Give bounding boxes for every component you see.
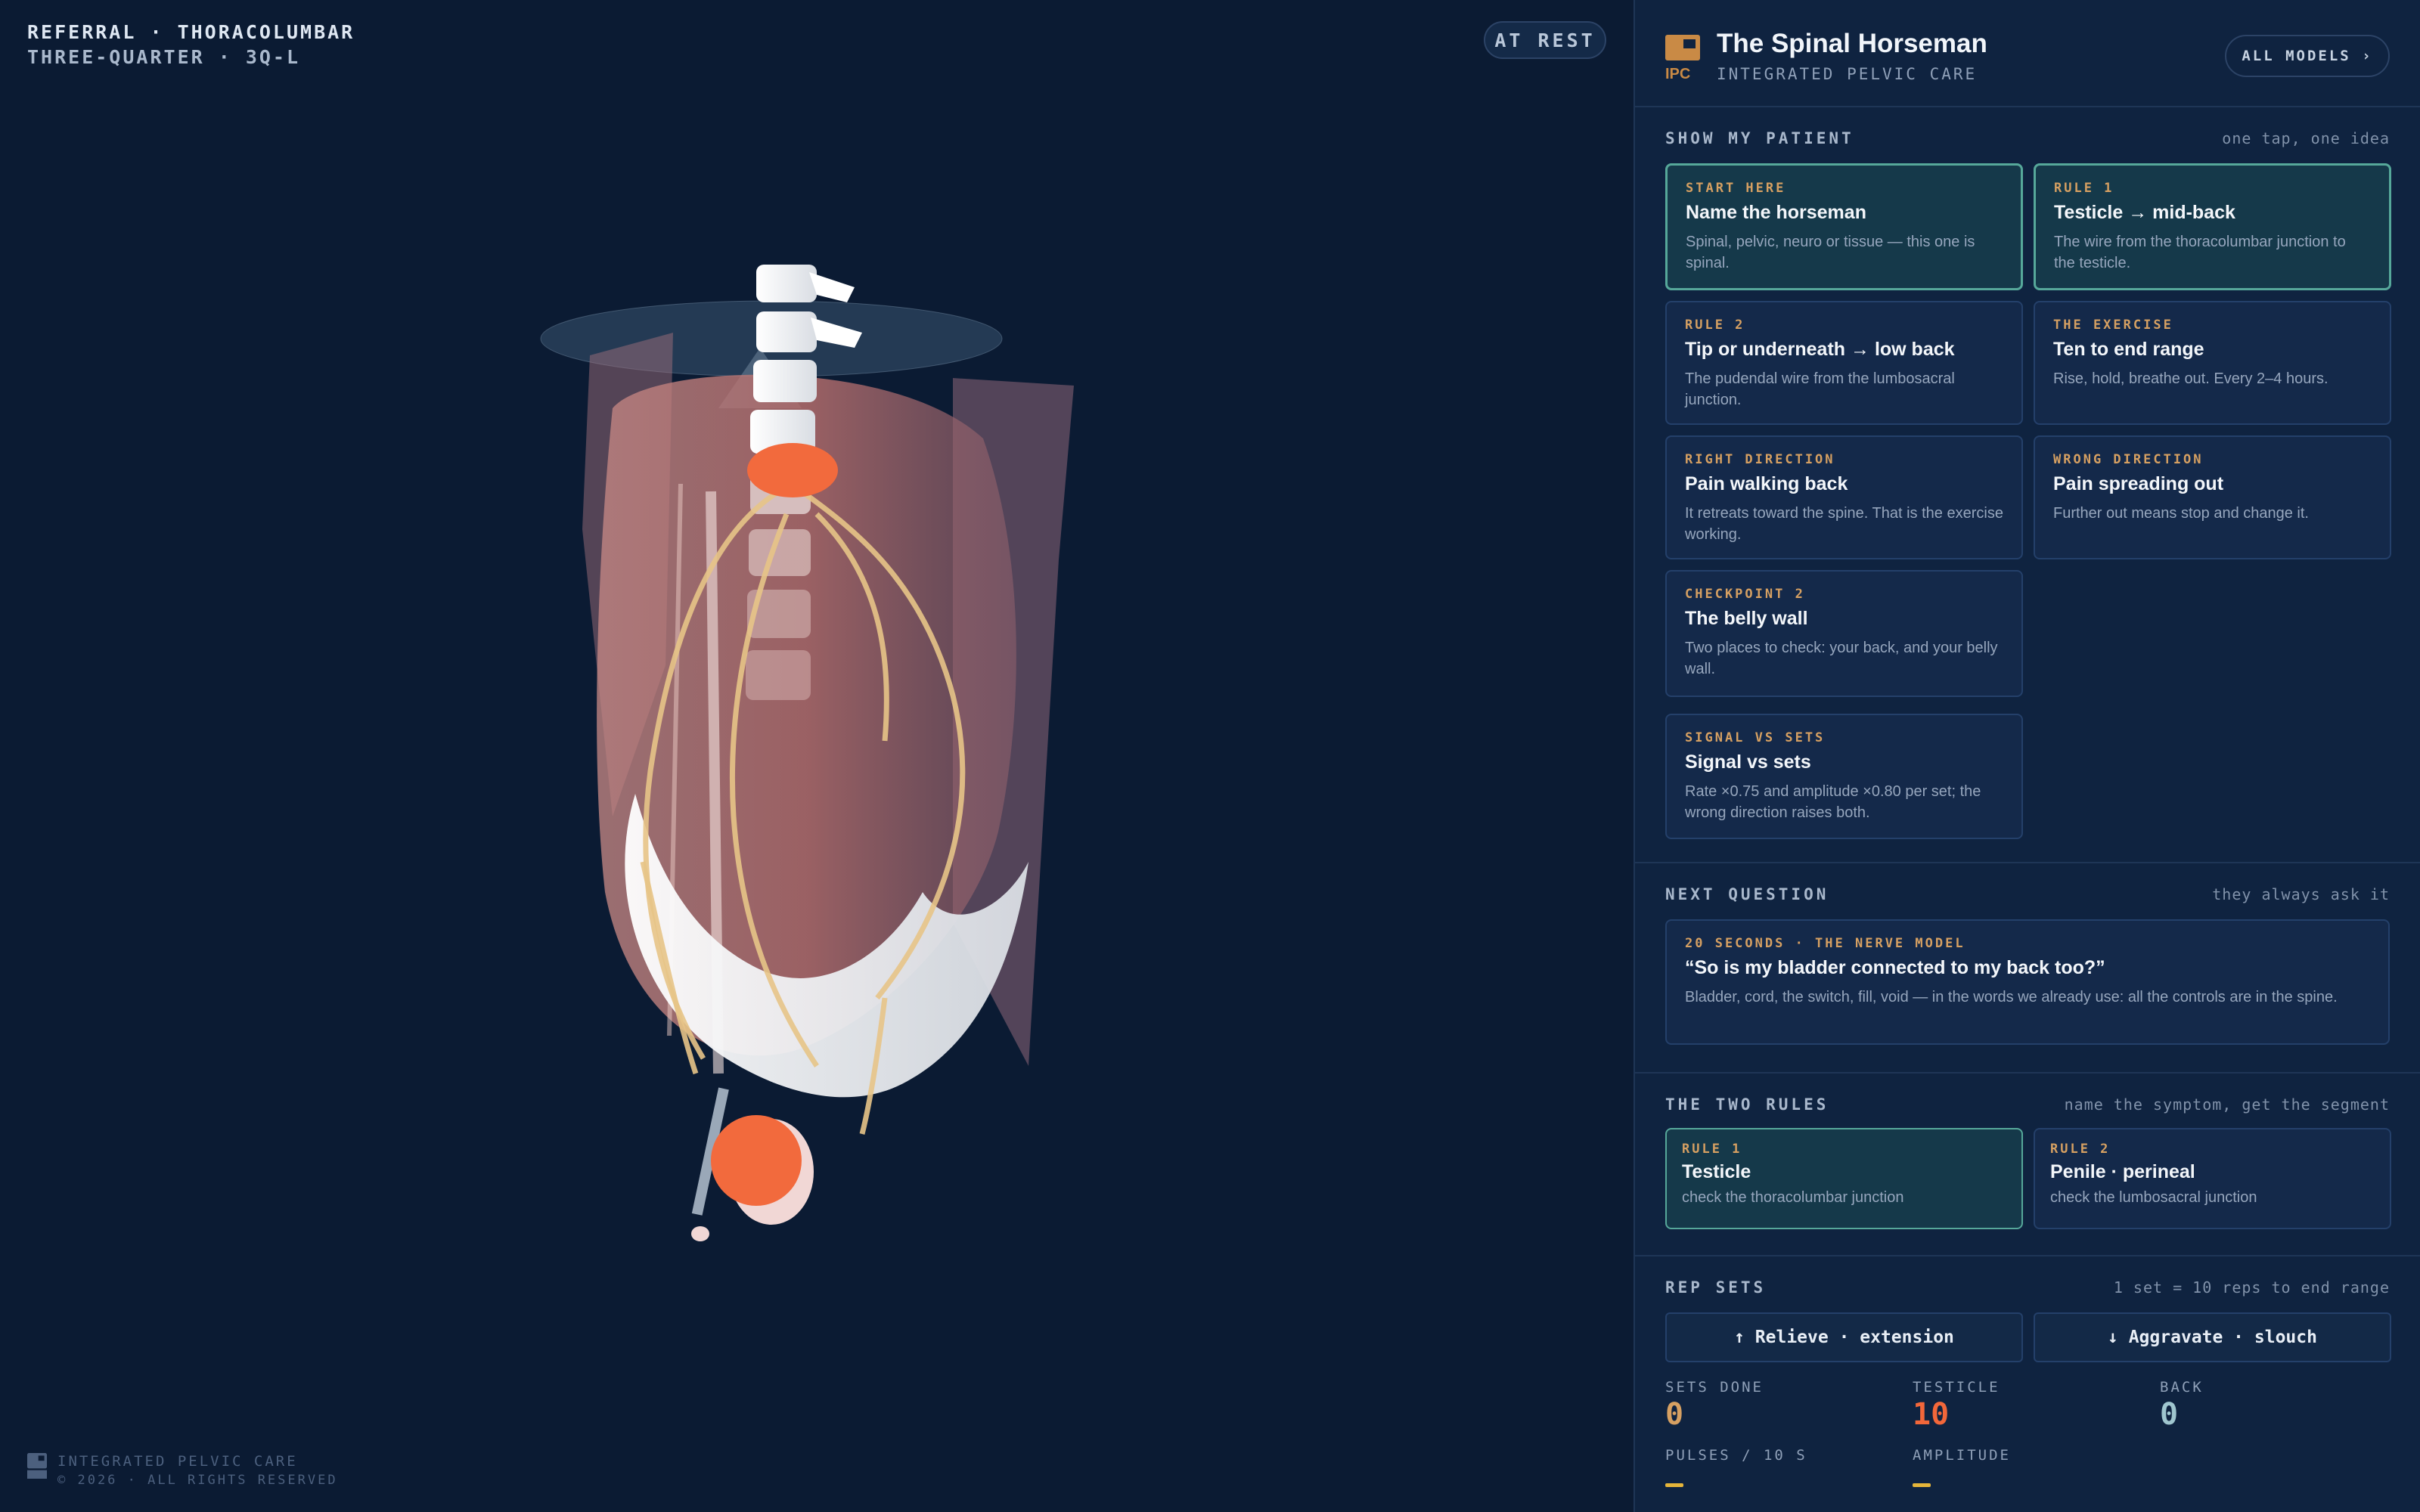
view-angle-label: THREE-QUARTER · 3Q-L — [27, 46, 301, 68]
question-text: “So is my bladder connected to my back t… — [1685, 957, 2105, 978]
next-question-card[interactable]: 20 SECONDS · THE NERVE MODEL “So is my b… — [1665, 919, 2390, 1045]
next-question-section: NEXT QUESTION they always ask it 20 SECO… — [1635, 863, 2420, 1074]
section-note: name the symptom, get the segment — [2064, 1095, 2390, 1114]
card-signal-vs-sets[interactable]: SIGNAL VS SETS Signal vs sets Rate ×0.75… — [1665, 714, 2023, 839]
stat-pulses: PULSES / 10 S — [1665, 1447, 1913, 1487]
show-patient-section: SHOW MY PATIENT one tap, one idea START … — [1635, 107, 2420, 863]
svg-text:IPC: IPC — [1665, 66, 1690, 80]
state-badge: AT REST — [1484, 21, 1606, 59]
two-rules-section: THE TWO RULES name the symptom, get the … — [1635, 1074, 2420, 1256]
rule-1-card[interactable]: RULE 1 Testicle check the thoracolumbar … — [1665, 1128, 2023, 1229]
penile-tip — [691, 1226, 709, 1241]
card-exercise[interactable]: THE EXERCISE Ten to end range Rise, hold… — [2034, 301, 2391, 425]
card-start-here[interactable]: START HERE Name the horseman Spinal, pel… — [1665, 163, 2023, 290]
section-title: THE TWO RULES — [1665, 1095, 1829, 1114]
view-label: REFERRAL · THORACOLUMBAR THREE-QUARTER ·… — [27, 21, 355, 68]
footer-copyright: © 2026 · ALL RIGHTS RESERVED — [57, 1473, 338, 1488]
model-viewport[interactable]: REFERRAL · THORACOLUMBAR THREE-QUARTER ·… — [0, 0, 1634, 1512]
card-right-direction[interactable]: RIGHT DIRECTION Pain walking back It ret… — [1665, 435, 2023, 559]
stats-grid: SETS DONE 0 TESTICLE 10 BACK 0 — [1665, 1379, 2390, 1432]
stat-amplitude: AMPLITUDE — [1913, 1447, 2160, 1487]
viewport-footer: INTEGRATED PELVIC CARE © 2026 · ALL RIGH… — [27, 1453, 338, 1488]
section-note: they always ask it — [2212, 885, 2390, 903]
pulses-indicator — [1665, 1483, 1683, 1487]
section-title: SHOW MY PATIENT — [1665, 129, 1854, 147]
section-note: one tap, one idea — [2222, 129, 2390, 147]
ipc-logo-icon — [27, 1453, 47, 1479]
card-wrong-direction[interactable]: WRONG DIRECTION Pain spreading out Furth… — [2034, 435, 2391, 559]
all-models-button[interactable]: ALL MODELS › — [2225, 35, 2390, 77]
section-note: 1 set = 10 reps to end range — [2113, 1278, 2390, 1297]
app-title: The Spinal Horseman — [1717, 29, 1987, 58]
testicle-highlight[interactable] — [711, 1115, 802, 1206]
thoracolumbar-highlight[interactable] — [747, 443, 838, 497]
rep-sets-section: REP SETS 1 set = 10 reps to end range ↑ … — [1635, 1256, 2420, 1487]
rule-2-card[interactable]: RULE 2 Penile · perineal check the lumbo… — [2034, 1128, 2391, 1229]
amplitude-indicator — [1913, 1483, 1931, 1487]
stat-sets-done: SETS DONE 0 — [1665, 1379, 1913, 1432]
stat-testicle: TESTICLE 10 — [1913, 1379, 2160, 1432]
stat-back: BACK 0 — [2160, 1379, 2391, 1432]
sets-done-value: 0 — [1665, 1397, 1684, 1432]
card-rule-2[interactable]: RULE 2 Tip or underneath → low back The … — [1665, 301, 2023, 425]
side-panel: IPC The Spinal Horseman INTEGRATED PELVI… — [1634, 0, 2420, 1512]
testicle-value: 10 — [1913, 1397, 1950, 1432]
app-subtitle: INTEGRATED PELVIC CARE — [1717, 65, 1978, 83]
relieve-extension-button[interactable]: ↑ Relieve · extension — [1665, 1312, 2023, 1362]
panel-header: IPC The Spinal Horseman INTEGRATED PELVI… — [1635, 0, 2420, 107]
footer-brand: INTEGRATED PELVIC CARE — [57, 1453, 298, 1470]
card-checkpoint-2[interactable]: CHECKPOINT 2 The belly wall Two places t… — [1665, 570, 2023, 697]
section-title: REP SETS — [1665, 1278, 1767, 1297]
section-title: NEXT QUESTION — [1665, 885, 1829, 903]
referral-label: REFERRAL · THORACOLUMBAR — [27, 21, 355, 43]
anatomy-3d-model[interactable] — [529, 242, 1119, 1255]
card-rule-1[interactable]: RULE 1 Testicle → mid-back The wire from… — [2034, 163, 2391, 290]
back-value: 0 — [2160, 1397, 2179, 1432]
aggravate-slouch-button[interactable]: ↓ Aggravate · slouch — [2034, 1312, 2391, 1362]
patient-cards: START HERE Name the horseman Spinal, pel… — [1665, 163, 2391, 839]
ipc-logo-icon: IPC — [1665, 35, 1700, 80]
